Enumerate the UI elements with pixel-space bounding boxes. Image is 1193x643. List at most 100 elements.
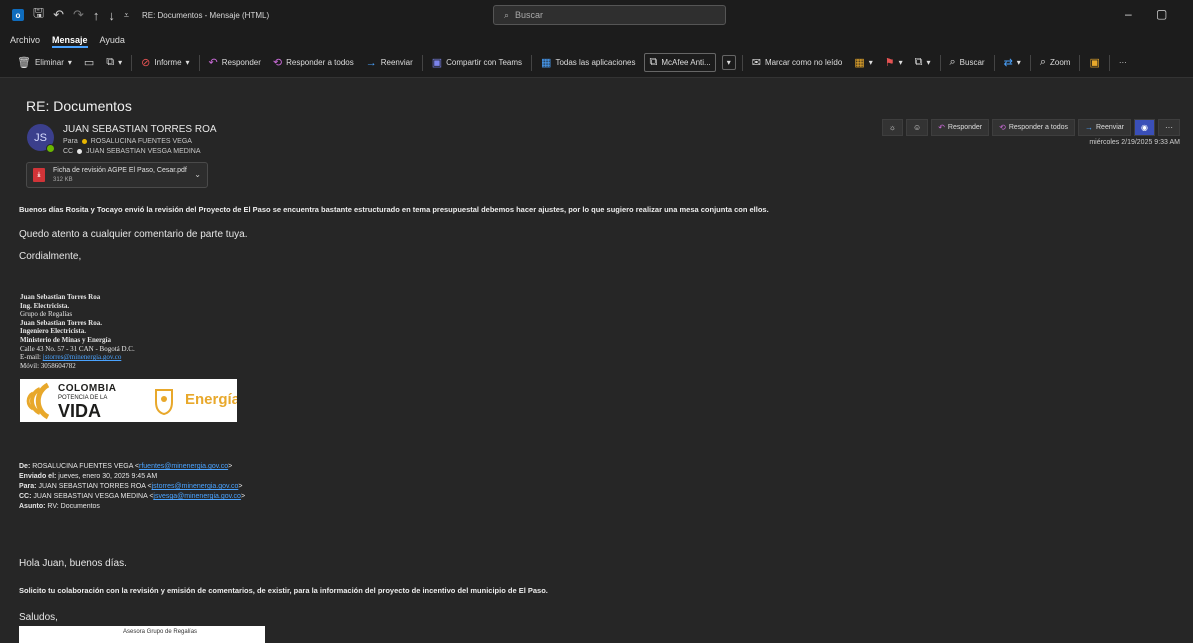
- sender-name[interactable]: JUAN SEBASTIAN TORRES ROA: [63, 124, 217, 135]
- mcafee-chevron[interactable]: ▾: [721, 55, 736, 70]
- translate-button[interactable]: ⇄ ▾: [1001, 53, 1024, 72]
- reading-pane: RE: Documentos JS JUAN SEBASTIAN TORRES …: [10, 88, 1186, 643]
- next-item-icon[interactable]: ↓: [108, 8, 115, 23]
- chevron-down-icon: ▾: [1016, 58, 1021, 67]
- flag-icon: ⚑: [884, 57, 895, 69]
- chevron-down-icon[interactable]: ⌄: [194, 170, 201, 179]
- sent-date: miércoles 2/19/2025 9:33 AM: [1089, 139, 1180, 146]
- more-options-button[interactable]: ···: [1116, 55, 1130, 70]
- quoted-from: De: ROSALUCINA FUENTES VEGA <rfuentes@mi…: [19, 463, 233, 470]
- signature-block: Juan Sebastian Torres Roa Ing. Electrici…: [20, 293, 135, 370]
- sig-mobile: Móvil: 3058604782: [20, 361, 76, 370]
- trash-icon: 🗑: [17, 57, 31, 69]
- sig-title-2: Ingeniero Electricista.: [20, 327, 86, 336]
- presence-icon: [46, 144, 55, 153]
- quoted-cc-email[interactable]: jsvesga@minenergia.gov.co: [153, 493, 241, 500]
- body-paragraph-1: Buenos días Rosita y Tocayo envió la rev…: [19, 205, 769, 214]
- reply-request: Solicito tu colaboración con la revisión…: [19, 586, 548, 595]
- action-reply-button[interactable]: ↶ Responder: [931, 119, 990, 136]
- separator: [531, 54, 533, 71]
- share-teams-button[interactable]: ▣ Compartir con Teams: [429, 53, 525, 72]
- quoted-from-email[interactable]: rfuentes@minenergia.gov.co: [139, 463, 228, 470]
- undo-icon[interactable]: ↶: [53, 7, 64, 23]
- quoted-to-email[interactable]: jstorres@minenergia.gov.co: [152, 483, 239, 490]
- sig-email-link[interactable]: jstorres@minenergia.gov.co: [43, 353, 122, 361]
- separator: [1079, 54, 1081, 71]
- separator: [1108, 54, 1110, 71]
- flag-button[interactable]: ⚑ ▾: [882, 53, 906, 72]
- mcafee-dropdown[interactable]: ⧉ McAfee Anti...: [644, 53, 716, 72]
- quoted-to: Para: JUAN SEBASTIAN TORRES ROA <jstorre…: [19, 483, 243, 490]
- logo-vida: VIDA: [58, 401, 102, 421]
- chevron-down-icon: ▾: [868, 58, 873, 67]
- sig-address: Calle 43 No. 57 - 31 CAN - Bogotá D.C.: [20, 344, 135, 353]
- customize-toolbar-icon[interactable]: ⩡: [124, 10, 129, 21]
- forward-button[interactable]: → Reenviar: [363, 54, 416, 72]
- search-placeholder: Buscar: [515, 10, 544, 20]
- rules-button[interactable]: ⧉ ▾: [912, 53, 934, 72]
- sig-name: Juan Sebastian Torres Roa: [20, 293, 101, 301]
- separator: [939, 54, 941, 71]
- sun-button[interactable]: ☼: [881, 119, 904, 136]
- redo-icon[interactable]: ↷: [73, 7, 84, 23]
- attachment-name: Ficha de revisión AGPE El Paso, Cesar.pd…: [53, 167, 187, 174]
- envelope-icon: ✉: [751, 57, 761, 69]
- reply-button[interactable]: ↶ Responder: [206, 53, 264, 72]
- menu-archivo[interactable]: Archivo: [10, 35, 40, 48]
- menu-ayuda[interactable]: Ayuda: [100, 35, 125, 48]
- sig-name-2: Juan Sebastian Torres Roa.: [20, 318, 102, 327]
- zoom-icon: ⌕: [1039, 56, 1046, 68]
- sig-email-label: E-mail:: [20, 353, 41, 362]
- logo-arcs-icon: [26, 382, 50, 420]
- more-icon: ···: [1165, 123, 1173, 132]
- report-button[interactable]: ⊘ Informe ▾: [138, 53, 192, 72]
- teams-share-button[interactable]: ◉: [1134, 119, 1155, 136]
- sig-ministry: Ministerio de Minas y Energía: [20, 335, 111, 344]
- presence-offline-icon: [77, 149, 83, 154]
- action-reply-all-button[interactable]: ⟲ Responder a todos: [992, 119, 1075, 136]
- logo-colombia: COLOMBIA: [58, 383, 117, 394]
- email-subject: RE: Documentos: [26, 98, 132, 114]
- addin-icon: ▣: [1089, 57, 1100, 69]
- reply-icon: ↶: [208, 57, 218, 69]
- sig-email-line: E-mail: jstorres@minenergia.gov.co: [20, 353, 135, 362]
- restore-button[interactable]: ▢: [1156, 7, 1167, 21]
- sun-icon: ☼: [888, 123, 897, 132]
- categorize-button[interactable]: ▦ ▾: [851, 53, 875, 72]
- action-more-button[interactable]: ···: [1158, 119, 1180, 136]
- separator: [741, 54, 743, 71]
- report-icon: ⊘: [141, 57, 151, 69]
- reply-all-button[interactable]: ⟲ Responder a todos: [270, 53, 357, 72]
- search-icon: ⌕: [949, 56, 956, 68]
- zoom-button[interactable]: ⌕ Zoom: [1037, 53, 1074, 72]
- sig-title: Ing. Electricista.: [20, 301, 70, 310]
- attachment-card[interactable]: ⤓ Ficha de revisión AGPE El Paso, Cesar.…: [26, 162, 208, 188]
- menu-mensaje[interactable]: Mensaje: [52, 35, 88, 48]
- forward-icon: →: [365, 56, 377, 69]
- minimize-button[interactable]: –: [1125, 7, 1132, 21]
- quoted-subject: Asunto: RV: Documentos: [19, 503, 100, 510]
- all-apps-button[interactable]: ▦ Todas las aplicaciones: [538, 53, 638, 72]
- search-box[interactable]: ⌕ Buscar: [493, 5, 726, 25]
- cc-recipient[interactable]: JUAN SEBASTIAN VESGA MEDINA: [86, 148, 200, 155]
- archive-button[interactable]: ▭: [81, 53, 97, 72]
- previous-item-icon[interactable]: ↑: [93, 8, 100, 23]
- quoted-sent: Enviado el: jueves, enero 30, 2025 9:45 …: [19, 473, 158, 480]
- ministry-logo: COLOMBIA POTENCIA DE LA VIDA Energía: [20, 379, 237, 422]
- chevron-down-icon: ▾: [726, 58, 731, 67]
- save-icon[interactable]: 🖫: [33, 4, 44, 26]
- delete-button[interactable]: 🗑 Eliminar ▾: [14, 53, 75, 72]
- forward-icon: →: [1085, 123, 1093, 132]
- separator: [993, 54, 995, 71]
- pdf-icon: ⤓: [33, 168, 45, 182]
- emoji-button[interactable]: ☺: [906, 119, 929, 136]
- addin-button[interactable]: ▣: [1086, 53, 1102, 72]
- chevron-down-icon: ▾: [185, 58, 190, 67]
- ribbon-search-button[interactable]: ⌕ Buscar: [947, 53, 988, 72]
- move-button[interactable]: ⧉ ▾: [103, 53, 125, 72]
- action-forward-button[interactable]: → Reenviar: [1078, 119, 1132, 136]
- to-recipient[interactable]: ROSALUCINA FUENTES VEGA: [91, 138, 192, 145]
- mark-unread-button[interactable]: ✉ Marcar como no leído: [749, 53, 846, 72]
- archive-icon: ▭: [83, 57, 95, 69]
- chevron-down-icon: ▾: [898, 58, 903, 67]
